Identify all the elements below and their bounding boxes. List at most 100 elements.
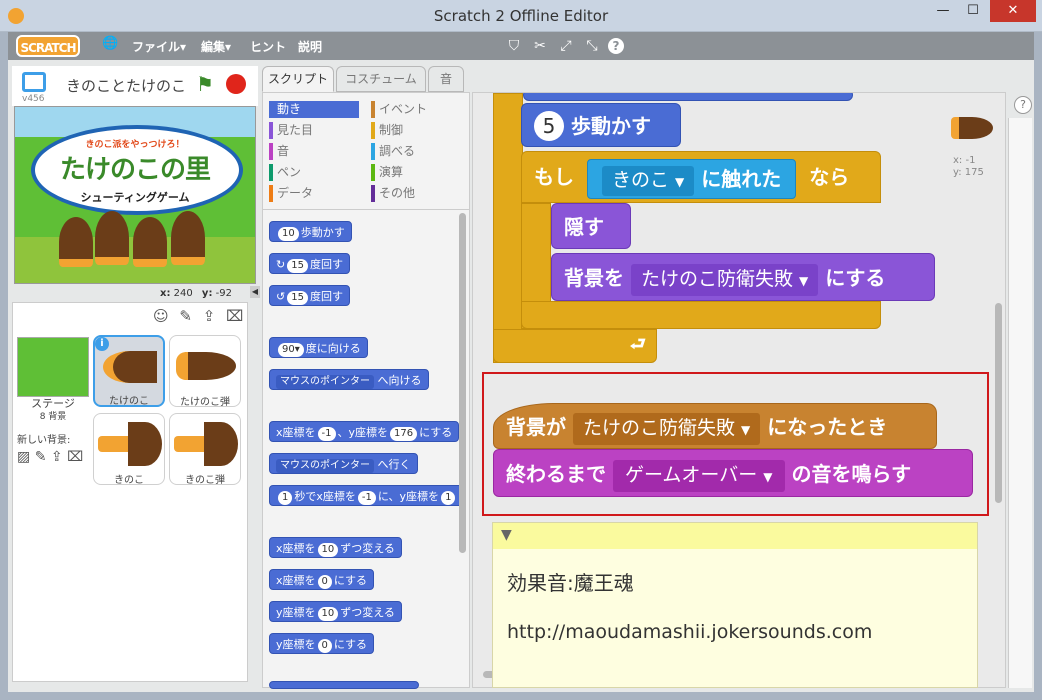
info-icon[interactable]: i xyxy=(95,337,109,351)
bamboo-shoot-icon xyxy=(171,211,205,265)
menu-file[interactable]: ファイル▾ xyxy=(132,38,186,55)
category-looks[interactable]: 見た目 xyxy=(269,122,313,139)
palette-scrollbar[interactable] xyxy=(459,213,466,553)
backdrop-upload-icon[interactable]: ⇪ xyxy=(51,449,63,465)
stage-collapse-handle[interactable]: ◀ xyxy=(250,286,260,298)
category-data[interactable]: データ xyxy=(269,185,313,202)
help-icon[interactable]: ? xyxy=(608,38,624,54)
stage-title-text: たけのこの里 xyxy=(59,155,211,185)
tab-sounds[interactable]: 音 xyxy=(428,66,464,92)
comment-line-1: 効果音:魔王魂 xyxy=(507,571,634,595)
scratch-logo[interactable]: SCRATCH xyxy=(16,35,80,57)
bamboo-shoot-icon xyxy=(59,217,93,267)
category-motion[interactable]: 動き xyxy=(269,101,359,118)
script-move-block[interactable]: 5 歩動かす xyxy=(521,103,681,147)
category-events[interactable]: イベント xyxy=(371,101,427,118)
sprite-y-readout: y: 175 xyxy=(953,167,984,178)
window-title: Scratch 2 Offline Editor xyxy=(433,7,609,25)
block-point-direction[interactable]: 90▾ 度に向ける xyxy=(269,337,368,358)
block-set-y[interactable]: y座標を 0 にする xyxy=(269,633,375,654)
fullscreen-icon[interactable] xyxy=(22,72,46,92)
category-pen[interactable]: ペン xyxy=(269,164,301,181)
backdrop-dropdown[interactable]: たけのこ防衛失敗 ▼ xyxy=(630,264,819,296)
forever-end-cap[interactable]: ⮐ xyxy=(493,329,657,363)
camera-icon[interactable]: ⌧ xyxy=(226,307,243,325)
sprite-thumb-kinoko-bullet[interactable]: きのこ弾 xyxy=(169,413,241,486)
menu-edit[interactable]: 編集▾ xyxy=(201,38,231,55)
touching-target-dropdown[interactable]: きのこ ▼ xyxy=(601,165,695,196)
stage-canvas[interactable]: きのこ派をやっつけろ！ たけのこの里 シューティングゲーム xyxy=(14,106,256,284)
category-sound[interactable]: 音 xyxy=(269,143,289,160)
sprite-costume-img xyxy=(103,351,157,383)
stop-icon[interactable] xyxy=(226,74,246,94)
dropdown-arrow-icon: ▼ xyxy=(675,174,685,189)
block-glide[interactable]: 1 秒でx座標を -1 に、y座標を 1 xyxy=(269,485,465,506)
rotate-right-icon: ↻ xyxy=(276,258,286,271)
block-turn-left[interactable]: ↺ 15 度回す xyxy=(269,285,350,306)
sprite-thumb-takenoko[interactable]: i たけのこ xyxy=(93,335,165,407)
tab-scripts[interactable]: スクリプト xyxy=(262,66,334,92)
title-bar: Scratch 2 Offline Editor — ☐ ✕ xyxy=(0,0,1042,32)
block-goto[interactable]: マウスのポインター へ行く xyxy=(269,453,418,474)
mouse-coords: x: 240 y: -92 xyxy=(160,288,232,299)
sprite-name: きのこ xyxy=(114,475,144,486)
category-control[interactable]: 制御 xyxy=(371,122,403,139)
block-set-x[interactable]: x座標を 0 にする xyxy=(269,569,375,590)
forever-loop-arm[interactable] xyxy=(493,93,523,363)
delete-scissors-icon[interactable]: ✂ xyxy=(530,36,550,56)
block-point-towards[interactable]: マウスのポインター へ向ける xyxy=(269,369,429,390)
comment-note[interactable]: ▼ 効果音:魔王魂 http://maoudamashii.jokersound… xyxy=(492,522,978,688)
sprite-thumb-kinoko[interactable]: きのこ xyxy=(93,413,165,486)
stage-header: v456 きのことたけのこ ⚑ xyxy=(12,66,258,106)
block-palette: 動き 見た目 音 ペン データ イベント 制御 調べる 演算 その他 10 歩動か… xyxy=(262,92,470,689)
sprite-preview-icon xyxy=(951,117,993,139)
choose-sprite-icon[interactable]: ☺ xyxy=(153,307,169,325)
sprite-name: たけのこ弾 xyxy=(180,397,230,408)
script-if-block[interactable]: もし きのこ ▼ に触れた なら xyxy=(521,151,881,203)
block-change-y[interactable]: y座標を 10 ずつ変える xyxy=(269,601,402,622)
new-backdrop-tools: ▨ ✎ ⇪ ⌧ xyxy=(17,449,83,465)
menu-hint[interactable]: ヒント xyxy=(250,38,286,55)
stage-thumb[interactable] xyxy=(17,337,89,397)
comment-header[interactable]: ▼ xyxy=(493,523,977,549)
backdrop-camera-icon[interactable]: ⌧ xyxy=(67,449,83,465)
script-switch-backdrop-block[interactable]: 背景を たけのこ防衛失敗 ▼ にする xyxy=(551,253,935,301)
shrink-icon[interactable]: ⤡ xyxy=(582,36,602,56)
comment-line-2: http://maoudamashii.jokersounds.com xyxy=(507,621,873,643)
category-sensing[interactable]: 調べる xyxy=(371,143,415,160)
green-flag-icon[interactable]: ⚑ xyxy=(196,72,214,96)
duplicate-stamp-icon[interactable]: ⛉ xyxy=(504,36,524,56)
block-goto-xy[interactable]: x座標を -1 、y座標を 176 にする xyxy=(269,421,460,442)
sprite-thumb-takenoko-bullet[interactable]: たけのこ弾 xyxy=(169,335,241,408)
minimize-button[interactable]: — xyxy=(928,0,958,22)
category-more[interactable]: その他 xyxy=(371,185,415,202)
backdrop-library-icon[interactable]: ▨ xyxy=(17,449,30,465)
touching-block[interactable]: きのこ ▼ に触れた xyxy=(586,158,797,199)
block-move[interactable]: 10 歩動かす xyxy=(269,221,352,242)
block-turn-right[interactable]: ↻ 15 度回す xyxy=(269,253,350,274)
project-title[interactable]: きのことたけのこ xyxy=(66,75,186,96)
block-change-x[interactable]: x座標を 10 ずつ変える xyxy=(269,537,402,558)
collapse-arrow-icon[interactable]: ▼ xyxy=(501,527,512,543)
globe-icon[interactable]: 🌐 xyxy=(102,36,118,51)
close-button[interactable]: ✕ xyxy=(990,0,1036,22)
grow-icon[interactable]: ⤢ xyxy=(556,36,576,56)
backdrop-paint-icon[interactable]: ✎ xyxy=(35,449,47,465)
script-hide-block[interactable]: 隠す xyxy=(551,203,631,249)
sprite-x-readout: x: -1 xyxy=(953,155,976,166)
new-backdrop-label: 新しい背景: xyxy=(17,435,71,446)
block-above-partial[interactable] xyxy=(523,93,853,101)
menu-about[interactable]: 説明 xyxy=(298,38,322,55)
help-panel-edge xyxy=(1008,118,1032,688)
upload-icon[interactable]: ⇪ xyxy=(203,307,216,325)
dropdown-arrow-icon: ▼ xyxy=(799,274,809,288)
paint-brush-icon[interactable]: ✎ xyxy=(179,307,192,325)
tab-costumes[interactable]: コスチューム xyxy=(336,66,426,92)
stage-subtitle-text: シューティングゲーム xyxy=(80,191,190,204)
help-panel-icon[interactable]: ? xyxy=(1014,96,1032,114)
maximize-button[interactable]: ☐ xyxy=(958,0,988,22)
category-operators[interactable]: 演算 xyxy=(371,164,403,181)
block-partial[interactable] xyxy=(269,681,419,689)
script-v-scrollbar[interactable] xyxy=(995,303,1002,503)
sprite-toolbar: ☺ ✎ ⇪ ⌧ xyxy=(153,307,247,329)
